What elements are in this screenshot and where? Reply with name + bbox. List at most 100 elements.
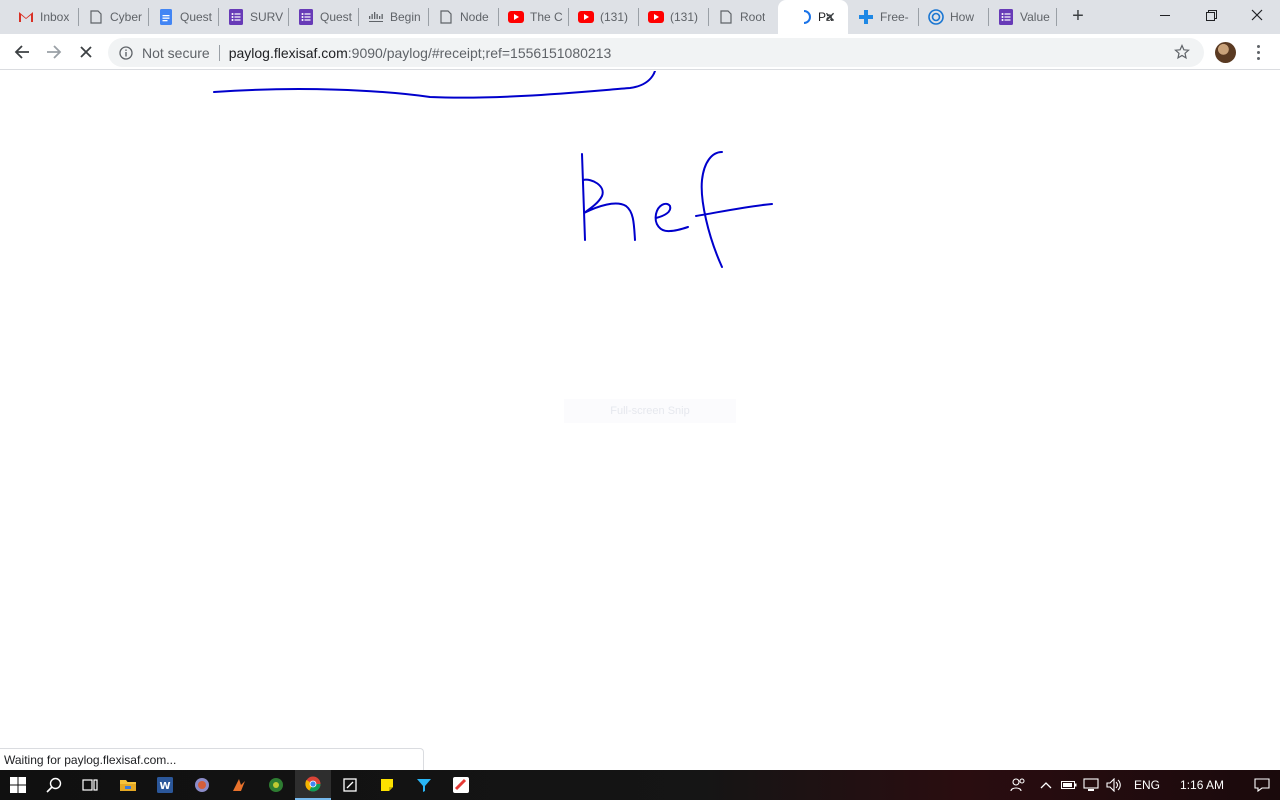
youtube-icon xyxy=(508,9,524,25)
back-arrow-icon xyxy=(14,45,29,59)
forward-button[interactable] xyxy=(40,38,68,66)
tab-title: Value xyxy=(1020,10,1050,24)
app-icon[interactable] xyxy=(221,770,257,800)
tab-title: Quest xyxy=(180,10,213,24)
document-icon xyxy=(88,9,104,25)
document-icon xyxy=(438,9,454,25)
restore-icon xyxy=(1205,9,1217,21)
file-explorer-icon[interactable] xyxy=(110,770,146,800)
network-icon[interactable] xyxy=(1080,778,1102,792)
url-host: paylog.flexisaf.com xyxy=(228,44,348,61)
sticky-notes-icon[interactable] xyxy=(369,770,405,800)
tab-separator xyxy=(1056,8,1057,26)
tab-title: Cyber xyxy=(110,10,143,24)
loading-spinner-icon xyxy=(796,9,812,25)
svg-text:W: W xyxy=(159,781,170,792)
search-icon[interactable] xyxy=(36,770,72,800)
tab-cyber[interactable]: Cyber xyxy=(70,0,148,34)
tab-title: Begin xyxy=(390,10,421,24)
tab-title: Root xyxy=(740,10,766,24)
tab-title: Inbox xyxy=(40,10,70,24)
people-icon[interactable] xyxy=(1006,778,1030,792)
task-view-icon[interactable] xyxy=(72,770,108,800)
google-docs-icon xyxy=(158,9,174,25)
tab-paylog-active[interactable]: Pa ✕ xyxy=(778,0,848,34)
ink-letter-r xyxy=(581,153,636,241)
battery-icon[interactable] xyxy=(1058,780,1080,790)
language-indicator[interactable]: ENG xyxy=(1134,778,1160,792)
tab-title: The C xyxy=(530,10,563,24)
chevron-up-icon[interactable] xyxy=(1034,781,1058,789)
url-text[interactable]: paylog.flexisaf.com:9090/paylog/#receipt… xyxy=(229,45,612,61)
app-icon[interactable] xyxy=(406,770,442,800)
tab-surv[interactable]: SURV xyxy=(210,0,288,34)
address-bar[interactable]: Not secure paylog.flexisaf.com:9090/payl… xyxy=(108,38,1204,67)
app-icon[interactable] xyxy=(332,770,368,800)
minimize-button[interactable] xyxy=(1142,0,1188,30)
clock-time[interactable]: 1:16 AM xyxy=(1180,778,1224,792)
close-tab-icon[interactable]: ✕ xyxy=(822,9,838,25)
word-icon[interactable]: W xyxy=(147,770,183,800)
google-forms-icon xyxy=(998,9,1014,25)
bookmark-star-icon[interactable] xyxy=(1174,44,1192,62)
app-icon[interactable] xyxy=(184,770,220,800)
tab-inbox[interactable]: Inbox xyxy=(0,0,78,34)
tab-title: (131) xyxy=(600,10,629,24)
stop-x-icon xyxy=(80,46,92,58)
ink-letter-f xyxy=(695,151,773,268)
tab-quest[interactable]: Quest xyxy=(140,0,218,34)
tab-free[interactable]: Free- xyxy=(840,0,918,34)
document-icon xyxy=(718,9,734,25)
close-icon xyxy=(1251,9,1263,21)
tab-root[interactable]: Root xyxy=(700,0,778,34)
circle-logo-icon xyxy=(928,9,944,25)
status-bubble: Waiting for paylog.flexisaf.com... xyxy=(0,748,424,770)
divider xyxy=(218,44,220,61)
gmail-icon xyxy=(18,9,34,25)
tab-title: SURV xyxy=(250,10,284,24)
forward-arrow-icon xyxy=(47,45,62,59)
windows-start-icon[interactable] xyxy=(0,770,36,800)
new-tab-button[interactable]: + xyxy=(1066,5,1090,29)
page-content: Full-screen Snip xyxy=(0,71,1280,770)
cisco-icon xyxy=(368,9,384,25)
app-icon[interactable] xyxy=(443,770,479,800)
tab-node[interactable]: Node xyxy=(420,0,498,34)
security-label[interactable]: Not secure xyxy=(142,45,210,61)
ink-underline-arrow xyxy=(213,71,656,99)
stop-loading-button[interactable] xyxy=(72,38,100,66)
action-center-icon[interactable] xyxy=(1254,778,1270,792)
tab-youtube-131-2[interactable]: (131) xyxy=(630,0,708,34)
menu-kebab-icon[interactable] xyxy=(1250,42,1266,62)
browser-toolbar: Not secure paylog.flexisaf.com:9090/payl… xyxy=(0,34,1280,70)
volume-icon[interactable] xyxy=(1102,778,1126,792)
google-forms-icon xyxy=(298,9,314,25)
tab-value[interactable]: Value xyxy=(980,0,1058,34)
google-forms-icon xyxy=(228,9,244,25)
tab-strip: Inbox Cyber Quest SURV Quest Begin Node … xyxy=(0,0,1280,34)
profile-avatar[interactable] xyxy=(1215,42,1236,63)
tab-title: (131) xyxy=(670,10,699,24)
youtube-icon xyxy=(648,9,664,25)
tab-title: Node xyxy=(460,10,489,24)
tab-begin[interactable]: Begin xyxy=(350,0,428,34)
system-tray: ENG 1:16 AM xyxy=(1006,770,1270,800)
app-icon[interactable] xyxy=(258,770,294,800)
youtube-icon xyxy=(578,9,594,25)
url-path: :9090/paylog/#receipt;ref=1556151080213 xyxy=(347,44,612,61)
tab-title: Free- xyxy=(880,10,909,24)
tab-quest-2[interactable]: Quest xyxy=(280,0,358,34)
chrome-icon[interactable] xyxy=(295,770,331,800)
back-button[interactable] xyxy=(8,38,36,66)
restore-button[interactable] xyxy=(1188,0,1234,30)
windows-taskbar: W ENG 1:16 AM xyxy=(0,770,1280,800)
tab-youtube-the-c[interactable]: The C xyxy=(490,0,568,34)
info-icon[interactable] xyxy=(118,45,134,61)
minimize-icon xyxy=(1160,15,1170,16)
tab-youtube-131[interactable]: (131) xyxy=(560,0,638,34)
snip-hint-overlay: Full-screen Snip xyxy=(564,399,736,423)
tab-how[interactable]: How xyxy=(910,0,988,34)
close-window-button[interactable] xyxy=(1234,0,1280,30)
tab-title: Quest xyxy=(320,10,353,24)
tab-title: How xyxy=(950,10,975,24)
